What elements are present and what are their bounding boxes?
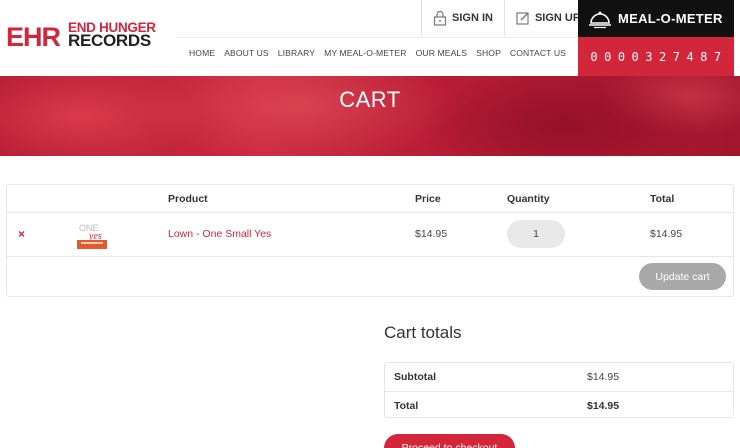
brand-logo[interactable]: EHR END HUNGER RECORDS	[6, 20, 162, 52]
cart-table-header: Product Price Quantity Total	[7, 185, 733, 213]
nav-about-us[interactable]: ABOUT US	[224, 48, 269, 58]
header-divider	[176, 37, 578, 38]
meal-o-meter-widget[interactable]: MEAL-O-METER 0000327487	[578, 0, 734, 76]
product-thumbnail[interactable]: ONE yes	[75, 220, 109, 250]
page-title: CART	[339, 87, 401, 112]
brand-wordmark: END HUNGER RECORDS	[68, 21, 156, 50]
nav-home[interactable]: HOME	[189, 48, 215, 58]
meal-o-meter-title: MEAL-O-METER	[618, 11, 723, 26]
account-links: SIGN IN SIGN UP	[421, 0, 591, 36]
cart-totals-title: Cart totals	[384, 323, 462, 342]
header-total: Total	[650, 193, 675, 205]
item-price: $14.95	[415, 228, 448, 240]
item-total: $14.95	[650, 228, 683, 240]
header-price: Price	[415, 193, 441, 205]
total-label: Total	[394, 400, 419, 412]
nav-contact-us[interactable]: CONTACT US	[510, 48, 566, 58]
proceed-to-checkout-button[interactable]: Proceed to checkout	[384, 434, 515, 448]
remove-item-button[interactable]: ×	[18, 227, 25, 241]
subtotal-row: Subtotal $14.95	[385, 363, 733, 391]
nav-shop[interactable]: SHOP	[476, 48, 501, 58]
subtotal-value: $14.95	[587, 371, 620, 383]
subtotal-label: Subtotal	[394, 371, 436, 383]
site-header: EHR END HUNGER RECORDS SIGN IN SIGN UP H…	[0, 0, 740, 76]
table-row: × ONE yes Lown - One Small Yes $14.95 $1…	[7, 213, 733, 257]
header-quantity: Quantity	[507, 193, 550, 205]
nav-my-meal-o-meter[interactable]: MY MEAL-O-METER	[324, 48, 407, 58]
nav-our-meals[interactable]: OUR MEALS	[416, 48, 468, 58]
main-nav: HOME ABOUT US LIBRARY MY MEAL-O-METER OU…	[189, 48, 566, 58]
cart-table: Product Price Quantity Total × ONE yes L…	[6, 184, 734, 297]
brand-mark: EHR	[6, 22, 61, 52]
sign-in-link[interactable]: SIGN IN	[421, 0, 504, 36]
header-product: Product	[168, 193, 208, 205]
total-row: Total $14.95	[385, 391, 733, 419]
sign-up-label: SIGN UP	[534, 12, 581, 24]
meal-o-meter-header: MEAL-O-METER	[578, 0, 734, 37]
meal-counter: 0000327487	[578, 37, 734, 76]
nav-library[interactable]: LIBRARY	[278, 48, 315, 58]
brand-line-2: RECORDS	[68, 31, 151, 50]
sign-in-label: SIGN IN	[452, 12, 493, 24]
page-banner: CART	[0, 76, 740, 156]
edit-icon	[516, 12, 529, 25]
update-cart-button[interactable]: Update cart	[639, 263, 726, 290]
total-value: $14.95	[587, 400, 620, 412]
cart-totals-table: Subtotal $14.95 Total $14.95	[384, 362, 734, 418]
lock-icon	[433, 10, 447, 26]
serving-dish-icon	[589, 11, 611, 28]
quantity-input[interactable]	[507, 220, 565, 248]
product-name-link[interactable]: Lown - One Small Yes	[168, 228, 271, 240]
